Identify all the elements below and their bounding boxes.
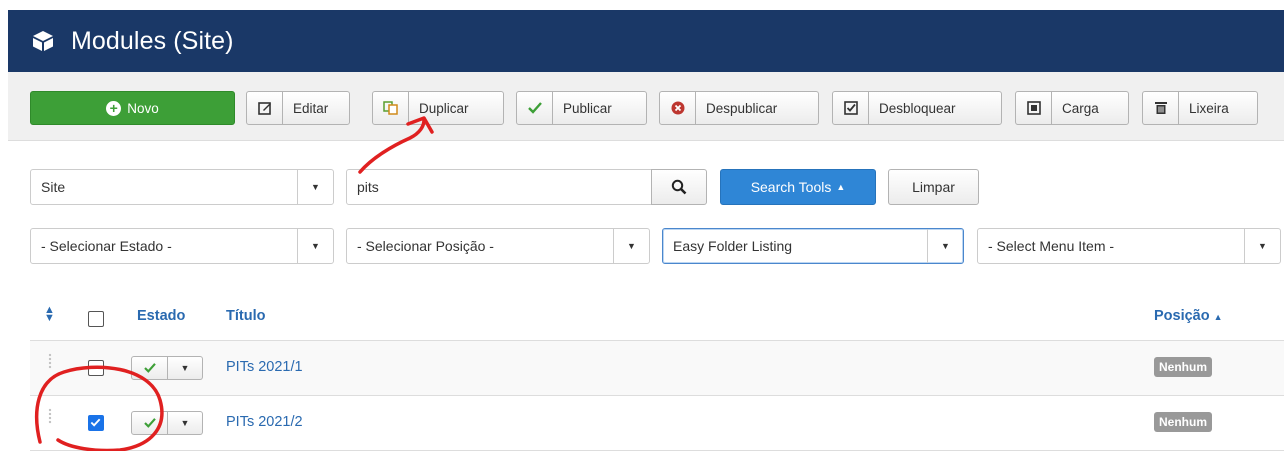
menu-item-filter-value: - Select Menu Item -: [988, 238, 1115, 254]
edit-button-label: Editar: [293, 100, 329, 116]
position-badge: Nenhum: [1154, 412, 1212, 432]
column-header-position[interactable]: Posição ▲: [1154, 308, 1223, 324]
duplicate-button[interactable]: Duplicar: [372, 91, 504, 125]
state-filter-value: - Selecionar Estado -: [41, 238, 172, 254]
page-title: Modules (Site): [71, 26, 234, 55]
trash-icon: [1143, 92, 1179, 124]
unpublish-button-label: Despublicar: [706, 100, 778, 116]
checkmark-icon: [143, 363, 156, 373]
new-button[interactable]: + Novo: [30, 91, 235, 125]
row-checkbox[interactable]: [88, 360, 104, 376]
new-button-label: Novo: [127, 100, 159, 116]
table-row: ▼ PITs 2021/2 Nenhum: [30, 396, 1284, 451]
published-toggle-button[interactable]: [131, 356, 168, 380]
square-icon: [1016, 92, 1052, 124]
type-filter-value: Easy Folder Listing: [673, 238, 793, 254]
caret-down-icon: ▼: [297, 229, 333, 263]
toolbar: + Novo Editar Duplicar Publicar Despubli…: [8, 72, 1284, 141]
caret-up-icon: ▲: [1213, 312, 1223, 322]
checkmark-icon: [517, 92, 553, 124]
publish-button-label: Publicar: [563, 100, 612, 116]
select-all-checkbox[interactable]: [88, 311, 104, 327]
duplicate-button-label: Duplicar: [419, 100, 469, 116]
search-icon: [671, 179, 687, 195]
drag-handle-icon[interactable]: [48, 408, 52, 424]
trash-button[interactable]: Lixeira: [1142, 91, 1258, 125]
edit-button[interactable]: Editar: [246, 91, 350, 125]
caret-down-icon: ▼: [297, 170, 333, 204]
state-dropdown-button[interactable]: ▼: [168, 411, 203, 435]
column-header-state[interactable]: Estado: [137, 308, 185, 324]
position-badge: Nenhum: [1154, 357, 1212, 377]
drag-handle-icon[interactable]: [48, 353, 52, 369]
column-header-position-label: Posição: [1154, 308, 1210, 324]
batch-button-label: Carga: [1062, 100, 1099, 116]
published-toggle-button[interactable]: [131, 411, 168, 435]
search-tools-button[interactable]: Search Tools ▲: [720, 169, 876, 205]
checkmark-icon: [143, 418, 156, 428]
caret-down-icon: ▼: [613, 229, 649, 263]
column-header-title[interactable]: Título: [226, 308, 265, 324]
plus-circle-icon: +: [106, 100, 122, 116]
unpublish-icon: [660, 92, 696, 124]
trash-button-label: Lixeira: [1189, 100, 1229, 116]
cube-icon: [33, 31, 53, 51]
unpublish-button[interactable]: Despublicar: [659, 91, 819, 125]
table-header: ▲ ▼ Estado Título Posição ▲: [30, 296, 1284, 341]
caret-down-icon: ▼: [1244, 229, 1280, 263]
module-title-link[interactable]: PITs 2021/2: [226, 414, 303, 430]
checkmark-icon: [90, 418, 101, 427]
unlock-button-label: Desbloquear: [879, 100, 956, 116]
checkbox-icon: [833, 92, 869, 124]
unlock-button[interactable]: Desbloquear: [832, 91, 1002, 125]
client-select[interactable]: Site ▼: [30, 169, 334, 205]
search-input[interactable]: pits: [346, 169, 652, 205]
client-select-value: Site: [41, 179, 66, 195]
search-button[interactable]: [651, 169, 707, 205]
state-toggle-group: ▼: [131, 411, 203, 435]
copy-icon: [373, 92, 409, 124]
sort-ordering-icon[interactable]: ▲ ▼: [44, 305, 55, 324]
page-header: Modules (Site): [8, 10, 1284, 72]
search-input-value: pits: [357, 179, 379, 195]
table-row: ▼ PITs 2021/1 Nenhum: [30, 341, 1284, 396]
row-checkbox[interactable]: [88, 415, 104, 431]
search-tools-label: Search Tools: [750, 179, 832, 195]
edit-icon: [247, 92, 283, 124]
type-filter-select[interactable]: Easy Folder Listing ▼: [662, 228, 964, 264]
menu-item-filter-select[interactable]: - Select Menu Item - ▼: [977, 228, 1281, 264]
clear-button-label: Limpar: [912, 179, 955, 195]
module-title-link[interactable]: PITs 2021/1: [226, 359, 303, 375]
state-toggle-group: ▼: [131, 356, 203, 380]
state-dropdown-button[interactable]: ▼: [168, 356, 203, 380]
position-filter-value: - Selecionar Posição -: [357, 238, 494, 254]
caret-down-icon: ▼: [927, 229, 963, 263]
state-filter-select[interactable]: - Selecionar Estado - ▼: [30, 228, 334, 264]
batch-button[interactable]: Carga: [1015, 91, 1129, 125]
publish-button[interactable]: Publicar: [516, 91, 647, 125]
position-filter-select[interactable]: - Selecionar Posição - ▼: [346, 228, 650, 264]
clear-button[interactable]: Limpar: [888, 169, 979, 205]
caret-up-icon: ▲: [836, 182, 846, 192]
